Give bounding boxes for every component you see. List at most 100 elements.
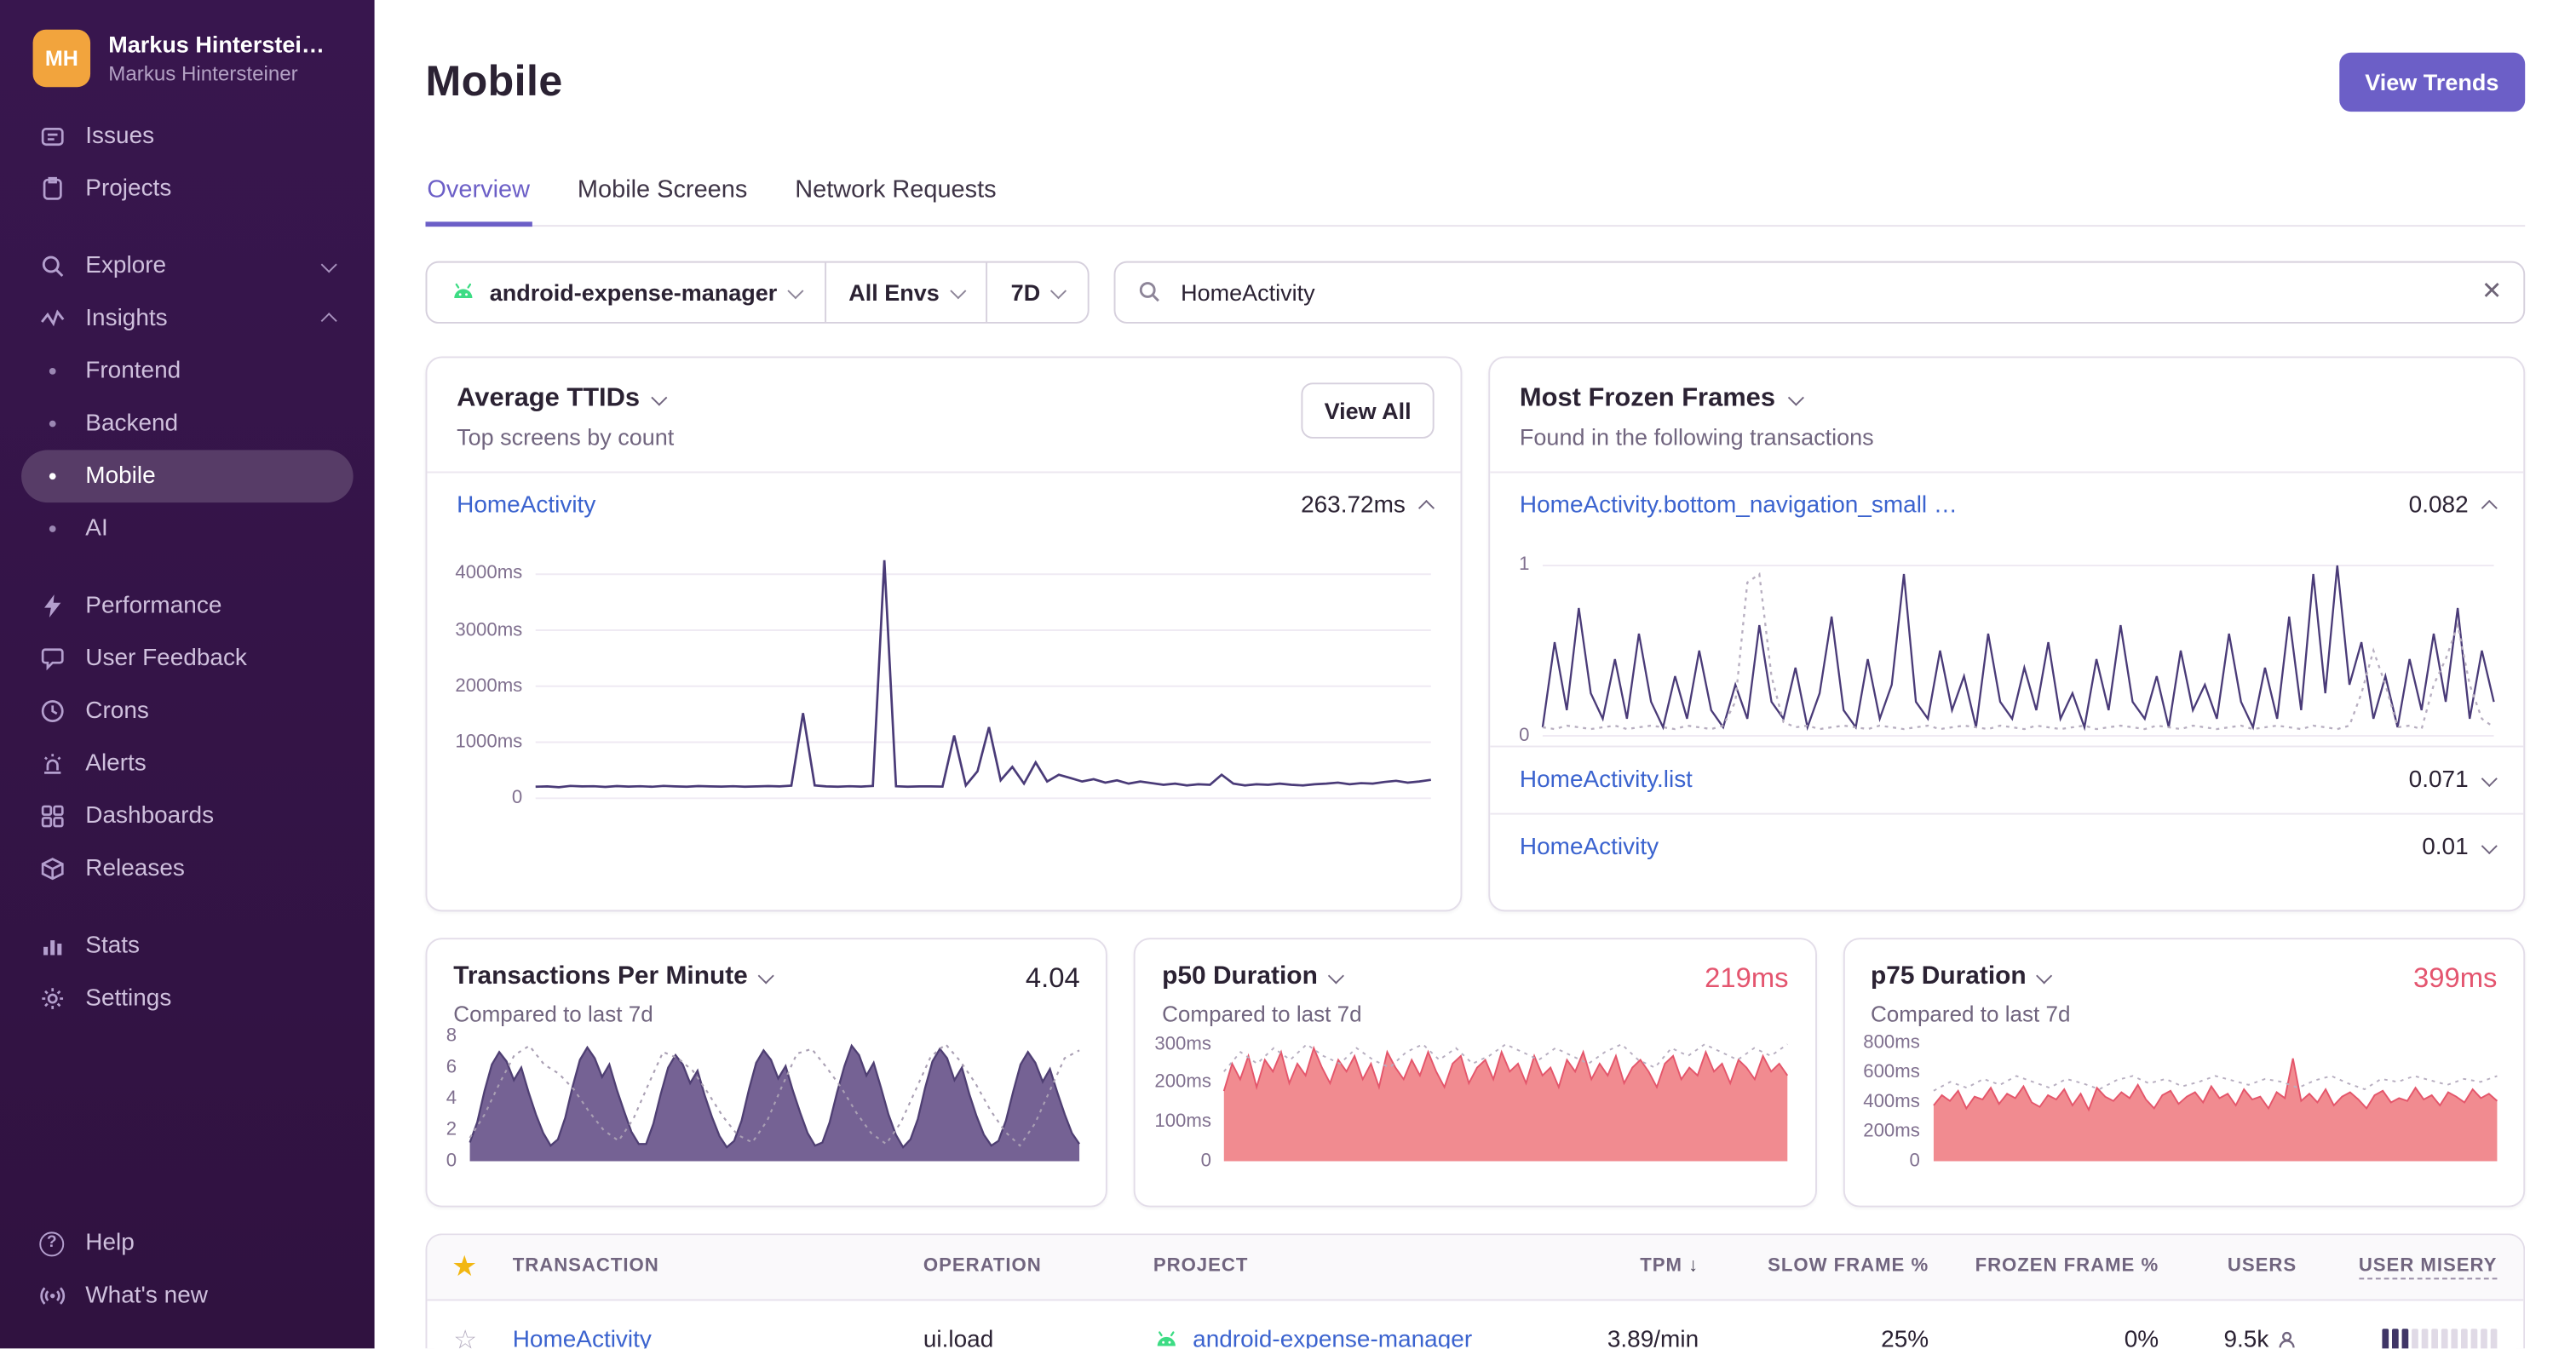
- card-title[interactable]: p50 Duration: [1162, 962, 1344, 992]
- insights-icon: [37, 305, 66, 333]
- sidebar-item-user-feedback[interactable]: User Feedback: [21, 632, 354, 685]
- view-all-button[interactable]: View All: [1301, 382, 1435, 439]
- top-cards-row: Average TTIDs Top screens by count View …: [425, 356, 2526, 911]
- sort-desc-icon: ↓: [1688, 1256, 1699, 1277]
- col-transaction[interactable]: TRANSACTION: [513, 1257, 923, 1277]
- col-operation[interactable]: OPERATION: [923, 1257, 1153, 1277]
- chevron-down-icon: [1787, 388, 1803, 405]
- sidebar-item-settings[interactable]: Settings: [21, 973, 354, 1025]
- sidebar-item-projects[interactable]: Projects: [21, 163, 354, 215]
- card-title[interactable]: Transactions Per Minute: [453, 962, 774, 992]
- sidebar-item-explore[interactable]: Explore: [21, 240, 354, 293]
- date-range-selector[interactable]: 7D: [986, 262, 1087, 322]
- transaction-link[interactable]: HomeActivity: [513, 1327, 923, 1349]
- chevron-down-icon: [652, 388, 668, 405]
- area-chart: [1932, 1036, 2498, 1162]
- chevron-up-icon: [2481, 500, 2497, 516]
- sidebar-item-dashboards[interactable]: Dashboards: [21, 790, 354, 843]
- sidebar-item-stats[interactable]: Stats: [21, 920, 354, 973]
- row-value[interactable]: 0.01: [2422, 834, 2497, 860]
- sidebar-item-issues[interactable]: Issues: [21, 110, 354, 163]
- sidebar-item-frontend[interactable]: Frontend: [21, 345, 354, 398]
- row-value[interactable]: 0.071: [2409, 766, 2497, 793]
- sidebar-item-help[interactable]: ? Help: [21, 1218, 354, 1271]
- p50-chart: 0 100ms 200ms 300ms: [1136, 1026, 1814, 1180]
- tab-bar: Overview Mobile Screens Network Requests: [425, 159, 2526, 227]
- frozen-frame-cell: 0%: [2124, 1326, 2159, 1349]
- bar-chart-icon: [37, 932, 66, 960]
- transaction-link[interactable]: HomeActivity.list: [1520, 766, 1693, 793]
- card-subtitle: Compared to last 7d: [1162, 1002, 1362, 1026]
- grid-icon: [37, 802, 66, 830]
- card-subtitle: Compared to last 7d: [1870, 1002, 2071, 1026]
- help-icon: ?: [37, 1230, 66, 1258]
- sidebar-item-alerts[interactable]: Alerts: [21, 738, 354, 790]
- broadcast-icon: [37, 1283, 66, 1311]
- chevron-up-icon: [1417, 500, 1434, 516]
- transaction-link[interactable]: HomeActivity: [457, 492, 595, 519]
- android-icon: [450, 278, 476, 305]
- sidebar-item-crons[interactable]: Crons: [21, 685, 354, 738]
- card-header: p75 Duration 399ms: [1844, 939, 2523, 996]
- transaction-link[interactable]: HomeActivity.bottom_navigation_small …: [1520, 492, 1958, 519]
- star-icon[interactable]: ★: [453, 1252, 512, 1282]
- sidebar-item-performance[interactable]: Performance: [21, 580, 354, 633]
- environment-selector[interactable]: All Envs: [824, 262, 986, 322]
- sidebar-item-ai[interactable]: AI: [21, 502, 354, 555]
- search-input[interactable]: [1177, 277, 2465, 307]
- col-project[interactable]: PROJECT: [1153, 1257, 1564, 1277]
- row-value[interactable]: 263.72ms: [1301, 492, 1434, 519]
- table-header-row: ★ TRANSACTION OPERATION PROJECT TPM ↓ SL…: [427, 1234, 2524, 1301]
- sidebar-item-insights[interactable]: Insights: [21, 292, 354, 345]
- sidebar-item-releases[interactable]: Releases: [21, 842, 354, 895]
- project-cell[interactable]: android-expense-manager: [1153, 1327, 1564, 1349]
- bullet-icon: [37, 515, 66, 543]
- chevron-down-icon: [758, 967, 774, 983]
- col-tpm[interactable]: TPM ↓: [1564, 1257, 1699, 1277]
- tab-network-requests[interactable]: Network Requests: [793, 159, 998, 227]
- area-chart: [469, 1036, 1081, 1162]
- ttid-chart: 0 1000ms 2000ms 3000ms 4000ms: [427, 538, 1460, 807]
- clear-search-icon[interactable]: ✕: [2481, 279, 2502, 304]
- view-trends-button[interactable]: View Trends: [2338, 52, 2526, 112]
- chevron-up-icon: [320, 313, 336, 329]
- filter-bar: android-expense-manager All Envs 7D ✕: [425, 261, 2526, 324]
- star-outline-icon[interactable]: ☆: [453, 1323, 512, 1349]
- page-title: Mobile: [425, 56, 563, 106]
- bullet-icon: [37, 357, 66, 385]
- tab-mobile-screens[interactable]: Mobile Screens: [576, 159, 749, 227]
- row-value[interactable]: 0.082: [2409, 492, 2497, 519]
- project-selector[interactable]: android-expense-manager: [427, 262, 824, 321]
- frozen-row-1: HomeActivity.list 0.071: [1490, 745, 2524, 812]
- card-title[interactable]: Most Frozen Frames: [1520, 384, 2494, 414]
- col-frozen-frame[interactable]: FROZEN FRAME %: [1929, 1257, 2159, 1277]
- col-users[interactable]: USERS: [2159, 1257, 2297, 1277]
- card-title[interactable]: Average TTIDs: [457, 384, 1431, 414]
- p75-duration-card: p75 Duration 399ms Compared to last 7d 0…: [1843, 937, 2526, 1208]
- transaction-link[interactable]: HomeActivity: [1520, 834, 1659, 860]
- card-header: Transactions Per Minute 4.04: [427, 939, 1106, 996]
- page-filter-group: android-expense-manager All Envs 7D: [425, 261, 1090, 324]
- col-slow-frame[interactable]: SLOW FRAME %: [1699, 1257, 1929, 1277]
- card-title[interactable]: p75 Duration: [1871, 962, 2053, 992]
- user-menu[interactable]: MH Markus Hintersteiner Markus Hinterste…: [0, 23, 375, 110]
- bullet-icon: [37, 462, 66, 491]
- chevron-down-icon: [2481, 770, 2497, 785]
- tpm-cell: 3.89/min: [1607, 1326, 1699, 1349]
- card-header: Average TTIDs Top screens by count View …: [427, 358, 1460, 471]
- col-user-misery[interactable]: USER MISERY: [2297, 1256, 2498, 1280]
- average-ttids-card: Average TTIDs Top screens by count View …: [425, 356, 1463, 911]
- frozen-row-0: HomeActivity.bottom_navigation_small … 0…: [1490, 471, 2524, 538]
- tpm-chart: 02468: [427, 1026, 1106, 1180]
- search-bar[interactable]: ✕: [1113, 261, 2526, 324]
- tab-overview[interactable]: Overview: [425, 159, 532, 227]
- p75-chart: 0 200ms 400ms 600ms 800ms: [1844, 1026, 2523, 1180]
- sidebar-item-mobile[interactable]: Mobile: [21, 450, 354, 503]
- sidebar-item-backend[interactable]: Backend: [21, 398, 354, 451]
- sidebar-item-whats-new[interactable]: What's new: [21, 1271, 354, 1323]
- users-cell: 9.5k: [2159, 1327, 2297, 1349]
- clock-icon: [37, 697, 66, 726]
